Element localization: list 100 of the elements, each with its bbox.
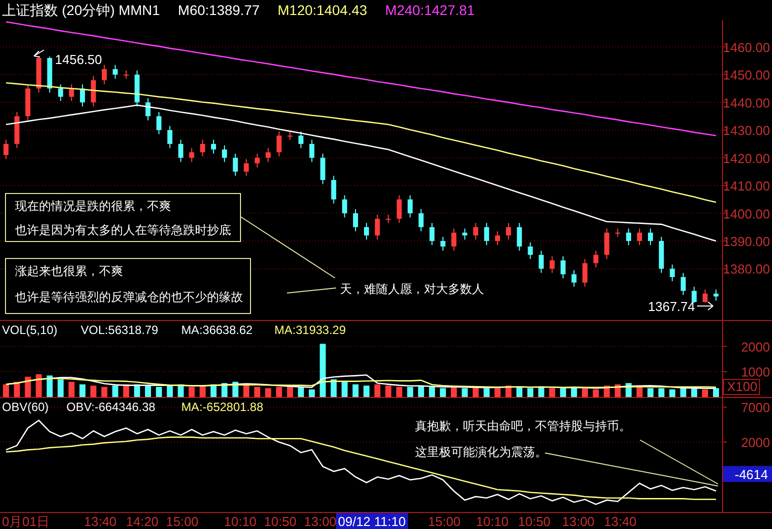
candle <box>14 112 20 149</box>
axis-label: 1380.00 <box>723 262 770 277</box>
candle <box>47 56 52 94</box>
candle <box>473 222 478 240</box>
time-label: 0月01日 <box>1 513 51 529</box>
candle <box>276 130 282 157</box>
note-text: 这里极可能演化为震荡。 <box>415 445 547 459</box>
candle <box>254 153 260 168</box>
candle <box>538 250 544 274</box>
candle <box>211 139 216 154</box>
time-label: 13:40 <box>83 513 118 529</box>
time-label: 10:50 <box>263 513 298 529</box>
candle <box>550 256 555 274</box>
candle <box>36 56 42 94</box>
time-label: 14:20 <box>125 513 160 529</box>
time-label: 13:00 <box>561 513 596 529</box>
candle <box>342 194 348 218</box>
candle <box>4 139 8 160</box>
axis-label: 1400.00 <box>723 206 770 222</box>
candle <box>593 250 598 268</box>
candle <box>156 112 162 135</box>
candle <box>506 222 511 240</box>
candle <box>189 148 194 162</box>
candle <box>58 84 64 102</box>
candle <box>298 130 304 149</box>
candle <box>604 228 610 260</box>
axis-label: 1440.00 <box>723 95 770 110</box>
time-label: 10:50 <box>517 513 552 529</box>
candle <box>408 194 413 218</box>
candle <box>134 70 140 107</box>
time-label: 10:10 <box>223 513 258 529</box>
candle <box>670 264 675 282</box>
candle <box>80 84 85 107</box>
axis-label: 7000 <box>741 400 770 416</box>
time-label: 15:00 <box>165 513 200 529</box>
candle <box>462 228 468 240</box>
candle <box>353 208 358 232</box>
indicator-value: MA:-652801.88 <box>181 400 264 414</box>
annotation-text: 天，难随人愿，对大多数人 <box>340 282 484 296</box>
note-text: 真抱歉，听天由命吧，不管持股与持币。 <box>415 419 631 433</box>
note-text: 也许是因为有太多的人在等待急跌时抄底 <box>15 223 231 237</box>
axis-label: 1460.00 <box>723 40 770 55</box>
note-text: 涨起来也很累，不爽 <box>15 264 123 278</box>
indicator-value: VOL:56318.79 <box>80 323 158 337</box>
candle <box>244 158 249 176</box>
arrow-icon <box>696 302 714 310</box>
candle <box>702 289 708 304</box>
candle <box>451 228 456 252</box>
candle <box>200 139 206 157</box>
candle <box>90 76 96 107</box>
indicator-value: OBV(60) <box>2 400 49 414</box>
candle <box>680 272 686 296</box>
candle <box>626 228 632 246</box>
candle <box>495 230 500 246</box>
axis-label: 1420.00 <box>723 150 770 166</box>
price-label: 1456.50 <box>55 52 102 67</box>
current-value-label: -4614 <box>723 466 772 482</box>
candle <box>102 64 107 85</box>
candle <box>69 84 74 102</box>
candle <box>560 256 566 279</box>
candle <box>364 222 369 240</box>
candle <box>418 208 424 232</box>
chart-title: 上证指数 (20分钟) MMN1 <box>2 2 160 18</box>
axis-label: 1430.00 <box>723 123 770 138</box>
candle <box>288 130 292 140</box>
candle <box>266 148 271 162</box>
candle <box>112 64 118 80</box>
candle <box>572 270 576 288</box>
arrow-icon <box>34 50 44 58</box>
candle <box>615 228 620 238</box>
candle <box>637 228 642 246</box>
time-label: 15:00 <box>427 513 462 529</box>
candle <box>528 242 533 260</box>
candle <box>430 222 434 246</box>
candle <box>648 228 653 246</box>
time-label: 13:00 <box>303 513 338 529</box>
leader-line <box>286 288 336 294</box>
candle <box>320 153 326 185</box>
axis-label: 1410.00 <box>723 178 770 194</box>
candle <box>692 286 697 304</box>
indicator-value: MA:36638.62 <box>181 323 253 337</box>
indicator-value: OBV:-664346.38 <box>66 400 156 414</box>
time-label: 09/12 11:10 <box>336 513 408 529</box>
candle <box>440 236 446 252</box>
candle <box>374 214 380 240</box>
candle <box>232 153 238 176</box>
time-label: 13:40 <box>603 513 638 529</box>
candle <box>386 214 391 224</box>
time-label: 10:10 <box>475 513 510 529</box>
candle <box>222 144 227 162</box>
candle <box>396 194 402 224</box>
candle <box>146 98 150 121</box>
candle <box>582 258 588 288</box>
note-text: 也许是等待强烈的反弹减仓的也不少的缘故 <box>15 290 243 304</box>
candle <box>309 139 314 162</box>
axis-label: 1390.00 <box>723 234 770 249</box>
indicator-value: M240:1427.81 <box>385 2 475 18</box>
candle <box>167 125 172 149</box>
candle <box>124 70 129 80</box>
candle <box>484 222 490 246</box>
